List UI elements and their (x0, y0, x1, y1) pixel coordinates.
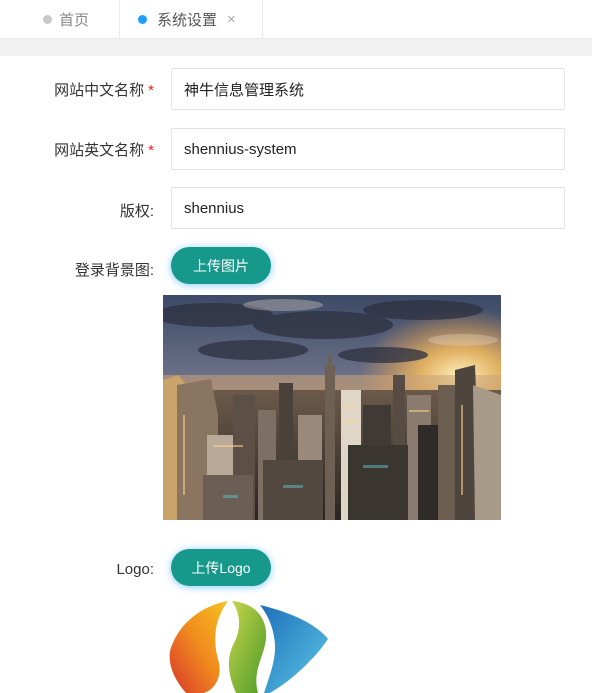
tab-home-label: 首页 (59, 11, 90, 29)
copyright-input[interactable]: shennius (171, 187, 565, 229)
copyright-label: 版权: (119, 203, 154, 220)
tab-status-dot-icon (43, 14, 52, 24)
close-icon[interactable]: × (227, 11, 236, 28)
tab-system-settings[interactable]: 系统设置 × (121, 0, 263, 38)
tab-system-settings-label: 系统设置 (157, 11, 218, 29)
tab-home[interactable]: 首页 (0, 0, 120, 38)
cn-name-input[interactable]: 神牛信息管理系统 (171, 68, 565, 110)
required-marker: * (148, 82, 154, 99)
upload-logo-button[interactable]: 上传Logo (171, 549, 271, 586)
login-bg-label: 登录背景图: (74, 262, 154, 279)
cn-name-label: 网站中文名称 * (54, 79, 154, 100)
required-marker: * (148, 142, 154, 159)
tab-active-dot-icon (138, 14, 147, 24)
upload-image-button[interactable]: 上传图片 (171, 247, 271, 284)
cn-name-label-text: 网站中文名称 (54, 82, 145, 99)
en-name-label: 网站英文名称 * (54, 139, 154, 160)
tab-divider-strip (0, 39, 592, 56)
logo-label: Logo: (116, 561, 154, 578)
en-name-label-text: 网站英文名称 (54, 142, 145, 159)
tab-bar: 首页 系统设置 × (0, 0, 592, 39)
login-background-preview-image (163, 295, 501, 520)
logo-preview-image (166, 599, 330, 693)
en-name-input[interactable]: shennius-system (171, 128, 565, 170)
